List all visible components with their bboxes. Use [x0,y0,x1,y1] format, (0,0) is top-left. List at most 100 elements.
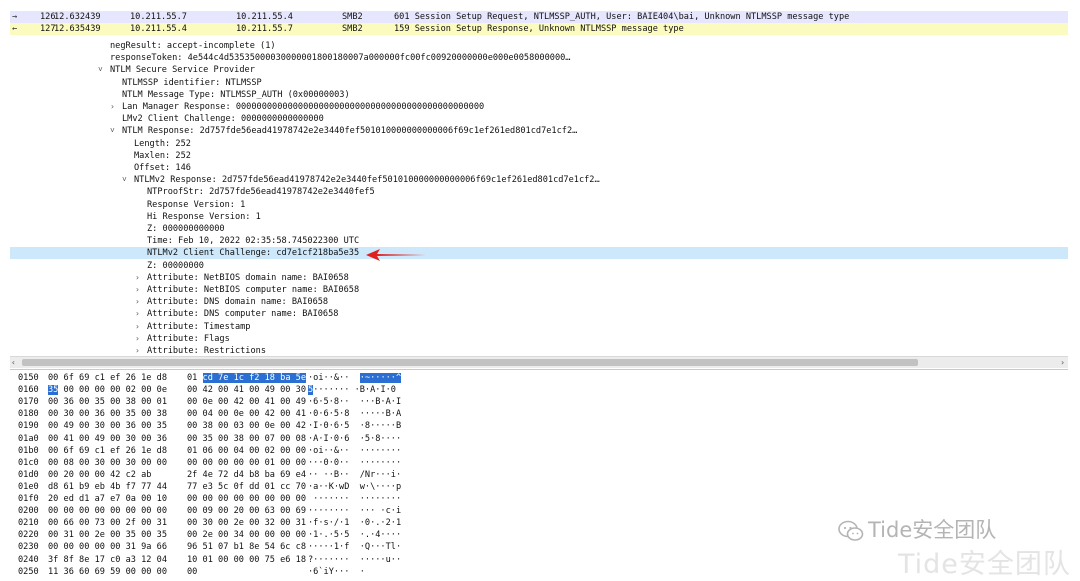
hex-bytes-right[interactable]: 00 09 00 20 00 63 00 69 [187,505,306,517]
tree-row[interactable]: NTLMSSP identifier: NTLMSSP [10,77,1068,89]
hex-bytes-left[interactable]: 00 30 00 36 00 35 00 38 [48,408,167,420]
tree-row[interactable]: › Attribute: Restrictions [10,345,1068,356]
hex-bytes-left[interactable]: 00 6f 69 c1 ef 26 1e d8 [48,445,167,457]
scrollbar-thumb[interactable] [22,359,918,366]
hex-bytes-right[interactable]: 00 00 00 00 00 01 00 00 [187,457,306,469]
expand-down-icon[interactable]: ˅ [98,64,108,76]
tree-row[interactable]: › Attribute: NetBIOS computer name: BAI06… [10,284,1068,296]
hex-bytes-left[interactable]: 00 36 00 35 00 38 00 01 [48,396,167,408]
scroll-right-icon[interactable]: › [1060,357,1065,368]
hex-bytes-right[interactable]: 00 00 00 00 00 00 00 00 [187,493,306,505]
hex-bytes-right[interactable]: 01 cd 7e 1c f2 18 ba 5e [187,372,307,384]
hex-ascii[interactable]: ?······· ·····u·· [308,554,401,566]
hex-bytes-left[interactable]: 00 41 00 49 00 30 00 36 [48,433,167,445]
hex-ascii[interactable]: ·· ··B·· /Nr···i· [308,469,401,481]
tree-row[interactable]: ˅ NTLM Response: 2d757fde56ead41978742e2e… [10,125,1068,137]
ascii-text: ········ ··· ·c·i [308,506,402,517]
hex-bytes-right[interactable]: 00 30 00 2e 00 32 00 31 [187,517,306,529]
packet-row[interactable]: ← 127 12.635439 10.211.55.4 10.211.55.7 SMB2 1… [10,23,1068,35]
hex-bytes-right[interactable]: 96 51 07 b1 8e 54 6c c8 [187,541,306,553]
tree-row[interactable]: responseToken: 4e544c4d53535000030000001… [10,52,1068,64]
hex-ascii[interactable]: ·I·0·6·5 ·8·····B [308,420,401,432]
hex-ascii[interactable]: ·A·I·0·6 ·5·8···· [308,433,401,445]
hex-bytes-left[interactable]: 11 36 60 69 59 00 00 00 [48,566,167,578]
hex-ascii[interactable]: ·····1·f ·Q···Tl· [308,541,401,553]
tree-row[interactable]: Z: 000000000000 [10,223,1068,235]
expand-right-icon[interactable]: › [135,345,145,356]
hex-ascii[interactable]: ·oi··&·· ·~·····^ [308,372,402,384]
hex-bytes-left[interactable]: 00 20 00 00 42 c2 ab [48,469,151,481]
tree-row[interactable]: Hi Response Version: 1 [10,211,1068,223]
hex-bytes-right[interactable]: 00 0e 00 42 00 41 00 49 [187,396,306,408]
expand-down-icon[interactable]: ˅ [122,174,132,186]
hex-ascii[interactable]: ···0·0·· ········ [308,457,401,469]
hex-bytes-right[interactable]: 00 2e 00 34 00 00 00 00 [187,529,306,541]
expand-right-icon[interactable]: › [135,333,145,345]
hex-bytes-right[interactable]: 01 06 00 04 00 02 00 00 [187,445,306,457]
hex-bytes-left[interactable]: 00 49 00 30 00 36 00 35 [48,420,167,432]
tree-row[interactable]: Response Version: 1 [10,199,1068,211]
tree-row[interactable]: Maxlen: 252 [10,150,1068,162]
scroll-left-icon[interactable]: ‹ [11,357,16,368]
tree-row[interactable]: NTLM Message Type: NTLMSSP_AUTH (0x00000… [10,89,1068,101]
hex-bytes-right[interactable]: 00 38 00 03 00 0e 00 42 [187,420,306,432]
packet-destination: 10.211.55.4 [236,12,293,22]
hex-bytes-left[interactable]: 00 31 00 2e 00 35 00 35 [48,529,167,541]
hex-ascii[interactable]: ·6`iY··· · [308,566,365,578]
hex-bytes-right[interactable]: 00 35 00 38 00 07 00 08 [187,433,306,445]
expand-right-icon[interactable]: › [135,321,145,333]
packet-row[interactable]: → 126 12.632439 10.211.55.7 10.211.55.4 SMB2 6… [10,11,1068,23]
tree-row[interactable]: negResult: accept-incomplete (1) [10,40,1068,52]
tree-row[interactable]: › Attribute: Flags [10,333,1068,345]
expand-right-icon[interactable]: › [135,308,145,320]
hex-ascii[interactable]: ········ ··· ·c·i [308,505,401,517]
hex-bytes-right[interactable]: 2f 4e 72 d4 b8 ba 69 e4 [187,469,306,481]
tree-row[interactable]: › Attribute: DNS computer name: BAI0658 [10,308,1068,320]
hex-ascii[interactable]: ·1·.·5·5 ·.·4···· [308,529,401,541]
hex-bytes-left[interactable]: 3f 8f 8e 17 c0 a3 12 04 [48,554,167,566]
tree-row[interactable]: LMv2 Client Challenge: 0000000000000000 [10,113,1068,125]
expand-right-icon[interactable]: › [135,272,145,284]
horizontal-scrollbar[interactable]: ‹ › [10,356,1068,368]
hex-bytes-left[interactable]: 00 6f 69 c1 ef 26 1e d8 [48,372,167,384]
tree-row-selected[interactable]: NTLMv2 Client Challenge: cd7e1cf218ba5e3… [10,247,1068,260]
hex-bytes-text: 96 51 07 b1 8e 54 6c c8 [187,542,306,553]
expand-right-icon[interactable]: › [135,296,145,308]
tree-row[interactable]: › Attribute: NetBIOS domain name: BAI0658 [10,272,1068,284]
hex-bytes-right[interactable]: 00 [187,566,197,578]
tree-row[interactable]: Offset: 146 [10,162,1068,174]
tree-row[interactable]: › Lan Manager Response: 00000000000000000… [10,101,1068,113]
hex-bytes-right[interactable]: 00 04 00 0e 00 42 00 41 [187,408,306,420]
tree-row[interactable]: Z: 00000000 [10,260,1068,272]
hex-bytes-left[interactable]: 00 00 00 00 00 00 00 00 [48,505,167,517]
hex-bytes-right[interactable]: 00 42 00 41 00 49 00 30 [187,384,306,396]
tree-row[interactable]: ˅ NTLM Secure Service Provider [10,64,1068,76]
expand-down-icon[interactable]: ˅ [110,125,120,137]
hex-bytes-right[interactable]: 77 e3 5c 0f dd 01 cc 70 [187,481,306,493]
hex-ascii[interactable]: ·0·6·5·8 ·····B·A [308,408,401,420]
hex-ascii[interactable]: ·a··K·wD w·\····p [308,481,401,493]
hex-ascii[interactable]: ·oi··&·· ········ [308,445,401,457]
tree-field-text: Maxlen: 252 [134,150,191,161]
tree-row[interactable]: › Attribute: Timestamp [10,321,1068,333]
hex-bytes-left[interactable]: 00 08 00 30 00 30 00 00 [48,457,167,469]
hex-bytes-left[interactable]: d8 61 b9 eb 4b f7 77 44 [48,481,167,493]
hex-bytes-left[interactable]: 20 ed d1 a7 e7 0a 00 10 [48,493,167,505]
hex-ascii[interactable]: ······· ········ [308,493,401,505]
tree-field-text: Attribute: Flags [147,333,230,344]
tree-row[interactable]: Time: Feb 10, 2022 02:35:58.745022300 UT… [10,235,1068,247]
tree-field-text: responseToken: 4e544c4d53535000030000001… [110,53,571,64]
hex-bytes-left[interactable]: 35 00 00 00 00 02 00 0e [48,384,167,396]
tree-row[interactable]: Length: 252 [10,138,1068,150]
tree-row[interactable]: › Attribute: DNS domain name: BAI0658 [10,296,1068,308]
hex-bytes-left[interactable]: 00 66 00 73 00 2f 00 31 [48,517,167,529]
expand-right-icon[interactable]: › [110,101,120,113]
tree-row[interactable]: NTProofStr: 2d757fde56ead41978742e2e3440… [10,186,1068,198]
hex-ascii[interactable]: ·f·s·/·1 ·0·.·2·1 [308,517,401,529]
tree-row[interactable]: ˅ NTLMv2 Response: 2d757fde56ead41978742e… [10,174,1068,186]
expand-right-icon[interactable]: › [135,284,145,296]
hex-bytes-left[interactable]: 00 00 00 00 00 31 9a 66 [48,541,167,553]
hex-ascii[interactable]: ·6·5·8·· ···B·A·I [308,396,401,408]
hex-ascii[interactable]: 5······· ·B·A·I·0 [308,384,396,396]
hex-bytes-right[interactable]: 10 01 00 00 00 75 e6 18 [187,554,306,566]
